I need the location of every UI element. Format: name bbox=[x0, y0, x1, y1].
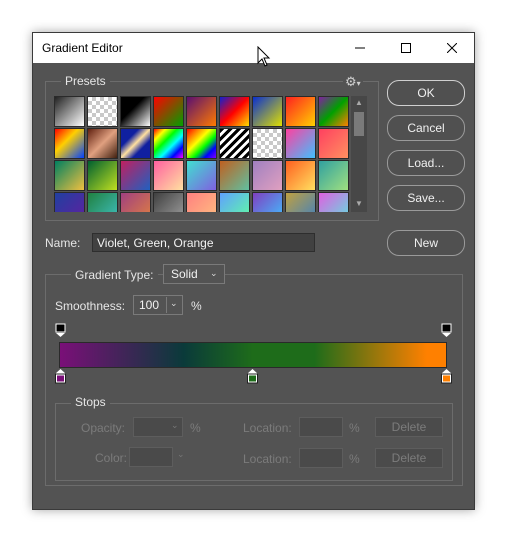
opacity-delete-button[interactable]: Delete bbox=[375, 417, 443, 437]
color-location-field[interactable] bbox=[299, 448, 343, 468]
smoothness-field[interactable]: 100 ⌄ bbox=[133, 295, 183, 315]
color-delete-button[interactable]: Delete bbox=[375, 448, 443, 468]
preset-swatch[interactable] bbox=[87, 128, 118, 159]
minimize-button[interactable] bbox=[337, 33, 383, 63]
stops-label: Stops bbox=[71, 395, 110, 409]
maximize-icon bbox=[401, 43, 411, 53]
preset-swatch[interactable] bbox=[87, 160, 118, 191]
opacity-stop-right[interactable] bbox=[441, 323, 453, 337]
preset-swatch[interactable] bbox=[120, 160, 151, 191]
load-button[interactable]: Load... bbox=[387, 150, 465, 176]
preset-swatch[interactable] bbox=[252, 96, 283, 127]
opacity-location-field[interactable] bbox=[299, 417, 343, 437]
preset-swatch[interactable] bbox=[252, 160, 283, 191]
gradient-type-label: Gradient Type: bbox=[71, 267, 158, 283]
preset-swatch[interactable] bbox=[318, 192, 349, 212]
chevron-down-icon: ⌄ bbox=[171, 420, 179, 430]
minimize-icon bbox=[355, 47, 365, 49]
scroll-down-icon[interactable]: ▼ bbox=[355, 199, 363, 208]
maximize-button[interactable] bbox=[383, 33, 429, 63]
preset-swatch[interactable] bbox=[87, 96, 118, 127]
preset-swatch[interactable] bbox=[318, 160, 349, 191]
preset-swatch[interactable] bbox=[285, 96, 316, 127]
preset-swatch[interactable] bbox=[318, 96, 349, 127]
preset-swatch[interactable] bbox=[252, 128, 283, 159]
gear-icon[interactable]: ⚙▾ bbox=[343, 74, 363, 90]
preset-swatch[interactable] bbox=[54, 128, 85, 159]
close-button[interactable] bbox=[429, 33, 475, 63]
color-location-label: Location: bbox=[243, 452, 292, 466]
preset-swatch[interactable] bbox=[153, 160, 184, 191]
preset-swatch[interactable] bbox=[285, 160, 316, 191]
gradient-preview-bar[interactable] bbox=[59, 342, 447, 368]
opacity-location-unit: % bbox=[349, 421, 360, 435]
stops-group bbox=[55, 403, 453, 481]
title-bar: Gradient Editor bbox=[33, 33, 474, 63]
preset-swatch[interactable] bbox=[186, 96, 217, 127]
preset-swatch[interactable] bbox=[120, 96, 151, 127]
scroll-up-icon[interactable]: ▲ bbox=[355, 98, 363, 107]
close-icon bbox=[447, 43, 457, 53]
preset-swatch[interactable] bbox=[252, 192, 283, 212]
opacity-field[interactable]: ⌄ bbox=[133, 417, 183, 437]
preset-swatch[interactable] bbox=[285, 128, 316, 159]
new-button[interactable]: New bbox=[387, 230, 465, 256]
preset-swatch[interactable] bbox=[54, 160, 85, 191]
gradient-type-value: Solid bbox=[171, 267, 198, 281]
preset-swatch[interactable] bbox=[186, 192, 217, 212]
preset-swatch[interactable] bbox=[87, 192, 118, 212]
scroll-thumb[interactable] bbox=[354, 112, 364, 136]
color-label: Color: bbox=[95, 451, 128, 465]
smoothness-unit: % bbox=[191, 299, 202, 313]
save-button[interactable]: Save... bbox=[387, 185, 465, 211]
preset-swatch[interactable] bbox=[186, 160, 217, 191]
preset-swatch[interactable] bbox=[219, 160, 250, 191]
chevron-down-icon[interactable]: ⌄ bbox=[177, 449, 185, 460]
presets-scrollbar[interactable]: ▲ ▼ bbox=[351, 96, 367, 212]
color-stop-green[interactable] bbox=[247, 369, 259, 384]
opacity-location-label: Location: bbox=[243, 421, 292, 435]
preset-swatch[interactable] bbox=[153, 96, 184, 127]
preset-swatch[interactable] bbox=[219, 192, 250, 212]
preset-swatch[interactable] bbox=[186, 128, 217, 159]
name-field[interactable]: Violet, Green, Orange bbox=[92, 233, 315, 252]
preset-swatch[interactable] bbox=[120, 128, 151, 159]
preset-swatch[interactable] bbox=[153, 192, 184, 212]
smoothness-value: 100 bbox=[139, 298, 160, 312]
preset-swatch[interactable] bbox=[318, 128, 349, 159]
smoothness-label: Smoothness: bbox=[55, 299, 126, 313]
opacity-label: Opacity: bbox=[81, 421, 126, 435]
color-stop-orange[interactable] bbox=[441, 369, 453, 384]
preset-swatch[interactable] bbox=[153, 128, 184, 159]
chevron-down-icon[interactable]: ⌄ bbox=[170, 298, 178, 309]
gradient-type-select[interactable]: Solid ⌄ bbox=[163, 264, 225, 284]
preset-swatch[interactable] bbox=[219, 128, 250, 159]
color-swatch-field[interactable] bbox=[129, 447, 173, 467]
gradient-editor-window: Gradient Editor Presets ⚙▾ ▲ ▼ OK Cancel… bbox=[32, 32, 475, 510]
preset-swatch[interactable] bbox=[285, 192, 316, 212]
cancel-button[interactable]: Cancel bbox=[387, 115, 465, 141]
color-location-unit: % bbox=[349, 452, 360, 466]
presets-label: Presets bbox=[61, 74, 110, 88]
color-stop-violet[interactable] bbox=[55, 369, 67, 384]
opacity-stop-left[interactable] bbox=[55, 323, 67, 337]
window-title: Gradient Editor bbox=[42, 41, 123, 55]
opacity-unit: % bbox=[190, 421, 201, 435]
preset-swatch[interactable] bbox=[120, 192, 151, 212]
preset-swatch[interactable] bbox=[219, 96, 250, 127]
preset-swatch[interactable] bbox=[54, 96, 85, 127]
presets-grid bbox=[54, 96, 374, 212]
preset-swatch[interactable] bbox=[54, 192, 85, 212]
mouse-cursor-icon bbox=[257, 46, 271, 67]
name-label: Name: bbox=[45, 236, 81, 250]
ok-button[interactable]: OK bbox=[387, 80, 465, 106]
chevron-down-icon: ⌄ bbox=[210, 268, 218, 278]
